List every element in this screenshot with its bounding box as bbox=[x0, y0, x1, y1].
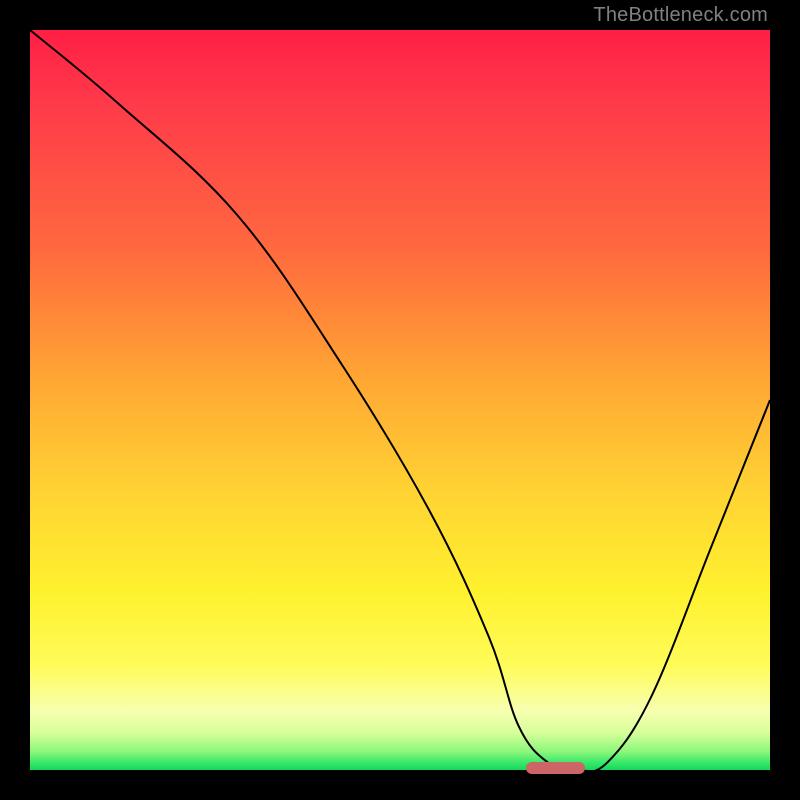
watermark-text: TheBottleneck.com bbox=[593, 4, 768, 27]
chart-frame: TheBottleneck.com bbox=[0, 0, 800, 800]
plot-background-gradient bbox=[30, 30, 770, 770]
optimal-marker bbox=[526, 762, 585, 774]
